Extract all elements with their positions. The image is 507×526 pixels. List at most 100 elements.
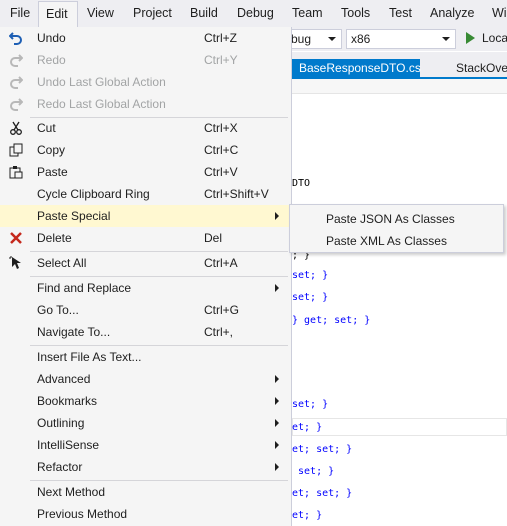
menu-bar: File Edit View Project Build Debug Team … — [0, 0, 507, 27]
scissors-icon — [9, 121, 23, 135]
menu-item-label: Undo Last Global Action — [37, 75, 166, 89]
menu-item-undo-last-global[interactable]: Undo Last Global Action — [0, 71, 291, 93]
menu-item-next-method[interactable]: Next Method — [0, 481, 291, 503]
menu-item-find-replace[interactable]: Find and Replace — [0, 277, 291, 299]
code-line: et; } — [292, 422, 323, 433]
undo-icon — [8, 31, 23, 45]
tab-stackoverflow[interactable]: StackOver — [449, 59, 507, 77]
menu-view[interactable]: View — [87, 0, 114, 27]
undo-global-icon — [9, 75, 24, 89]
copy-icon — [9, 143, 23, 157]
menu-item-label: Previous Method — [37, 507, 128, 521]
menu-item-label: Find and Replace — [37, 281, 132, 295]
menu-item-label: Delete — [37, 231, 72, 245]
menu-item-select-all[interactable]: Select All Ctrl+A — [0, 252, 291, 274]
code-line: set; } — [292, 270, 329, 281]
menu-item-label: Undo — [37, 31, 66, 45]
menu-item-label: Insert File As Text... — [37, 350, 142, 364]
start-debug-label[interactable]: Loca — [482, 29, 507, 47]
current-line-highlight — [292, 418, 507, 436]
start-debug-icon[interactable] — [466, 32, 475, 44]
menu-item-label: Cut — [37, 121, 56, 135]
redo-global-icon — [9, 97, 24, 111]
menu-build[interactable]: Build — [190, 0, 218, 27]
menu-item-cut[interactable]: Cut Ctrl+X — [0, 117, 291, 139]
chevron-right-icon — [275, 441, 279, 449]
menu-item-label: Redo Last Global Action — [37, 97, 166, 111]
menu-tools[interactable]: Tools — [341, 0, 370, 27]
menu-item-shortcut: Ctrl+Shift+V — [204, 187, 269, 201]
code-line: et; } — [292, 510, 323, 521]
menu-item-redo[interactable]: Redo Ctrl+Y — [0, 49, 291, 71]
menu-item-previous-method[interactable]: Previous Method — [0, 503, 291, 525]
menu-item-label: Select All — [37, 256, 87, 270]
chevron-right-icon — [275, 284, 279, 292]
chevron-right-icon — [275, 419, 279, 427]
menu-item-insert-file-as-text[interactable]: Insert File As Text... — [0, 346, 291, 368]
code-line: et; set; } — [292, 488, 353, 499]
menu-item-cycle-clipboard[interactable]: Cycle Clipboard Ring Ctrl+Shift+V — [0, 183, 291, 205]
menu-item-paste-special[interactable]: Paste Special — [0, 205, 291, 227]
chevron-right-icon — [275, 375, 279, 383]
code-editor[interactable] — [292, 94, 507, 526]
menu-item-intellisense[interactable]: IntelliSense — [0, 434, 291, 456]
menu-item-label: Refactor — [37, 460, 83, 474]
menu-item-label: Navigate To... — [37, 325, 111, 339]
platform-value: x86 — [351, 32, 371, 46]
platform-combo[interactable]: x86 — [346, 29, 456, 49]
menu-item-shortcut: Ctrl+V — [204, 165, 238, 179]
menu-item-label: Advanced — [37, 372, 91, 386]
menu-item-shortcut: Ctrl+Y — [204, 53, 238, 67]
menu-item-goto[interactable]: Go To... Ctrl+G — [0, 299, 291, 321]
select-all-icon — [9, 256, 23, 270]
redo-icon — [9, 53, 24, 67]
menu-project[interactable]: Project — [133, 0, 172, 27]
delete-x-icon — [9, 231, 23, 245]
menu-item-shortcut: Ctrl+Z — [204, 31, 237, 45]
menu-test[interactable]: Test — [389, 0, 412, 27]
menu-analyze[interactable]: Analyze — [430, 0, 474, 27]
paste-special-submenu: Paste JSON As Classes Paste XML As Class… — [289, 204, 504, 253]
menu-item-label: Next Method — [37, 485, 106, 499]
menu-item-bookmarks[interactable]: Bookmarks — [0, 390, 291, 412]
menu-team[interactable]: Team — [292, 0, 323, 27]
paste-icon — [9, 165, 23, 179]
chevron-right-icon — [275, 463, 279, 471]
menu-item-redo-last-global[interactable]: Redo Last Global Action — [0, 93, 291, 115]
menu-item-delete[interactable]: Delete Del — [0, 227, 291, 249]
menu-item-paste-json-as-classes[interactable]: Paste JSON As Classes — [290, 208, 503, 230]
menu-item-label: Paste Special — [37, 209, 111, 223]
navigation-bar — [292, 79, 507, 94]
menu-item-label: IntelliSense — [37, 438, 100, 452]
menu-item-label: Paste — [37, 165, 68, 179]
menu-item-copy[interactable]: Copy Ctrl+C — [0, 139, 291, 161]
code-line: set; } — [292, 466, 335, 477]
menu-item-paste[interactable]: Paste Ctrl+V — [0, 161, 291, 183]
menu-item-label: Paste JSON As Classes — [326, 212, 455, 226]
menu-edit[interactable]: Edit — [38, 1, 78, 27]
code-line: set; } — [292, 399, 329, 410]
menu-item-shortcut: Ctrl+X — [204, 121, 238, 135]
menu-item-label: Cycle Clipboard Ring — [37, 187, 150, 201]
menu-debug[interactable]: Debug — [237, 0, 274, 27]
menu-item-shortcut: Ctrl+, — [204, 325, 234, 339]
code-line: set; } — [292, 292, 329, 303]
menu-file[interactable]: File — [10, 0, 30, 27]
menu-item-shortcut: Ctrl+A — [204, 256, 238, 270]
menu-item-refactor[interactable]: Refactor — [0, 456, 291, 478]
menu-item-paste-xml-as-classes[interactable]: Paste XML As Classes — [290, 230, 503, 252]
menu-item-undo[interactable]: Undo Ctrl+Z — [0, 27, 291, 49]
menu-item-advanced[interactable]: Advanced — [0, 368, 291, 390]
menu-item-label: Copy — [37, 143, 66, 157]
menu-item-label: Redo — [37, 53, 66, 67]
code-line: } get; set; } — [292, 315, 371, 326]
code-line: DTO — [292, 178, 311, 189]
chevron-down-icon — [442, 37, 450, 41]
edit-menu-dropdown: Undo Ctrl+Z Redo Ctrl+Y Undo Last Global… — [0, 27, 292, 526]
tab-baseresponsedto[interactable]: BaseResponseDTO.cs — [292, 59, 421, 77]
menu-item-label: Bookmarks — [37, 394, 98, 408]
code-line: et; set; } — [292, 444, 353, 455]
menu-item-outlining[interactable]: Outlining — [0, 412, 291, 434]
menu-window[interactable]: Win — [492, 0, 507, 27]
menu-item-navigate-to[interactable]: Navigate To... Ctrl+, — [0, 321, 291, 343]
